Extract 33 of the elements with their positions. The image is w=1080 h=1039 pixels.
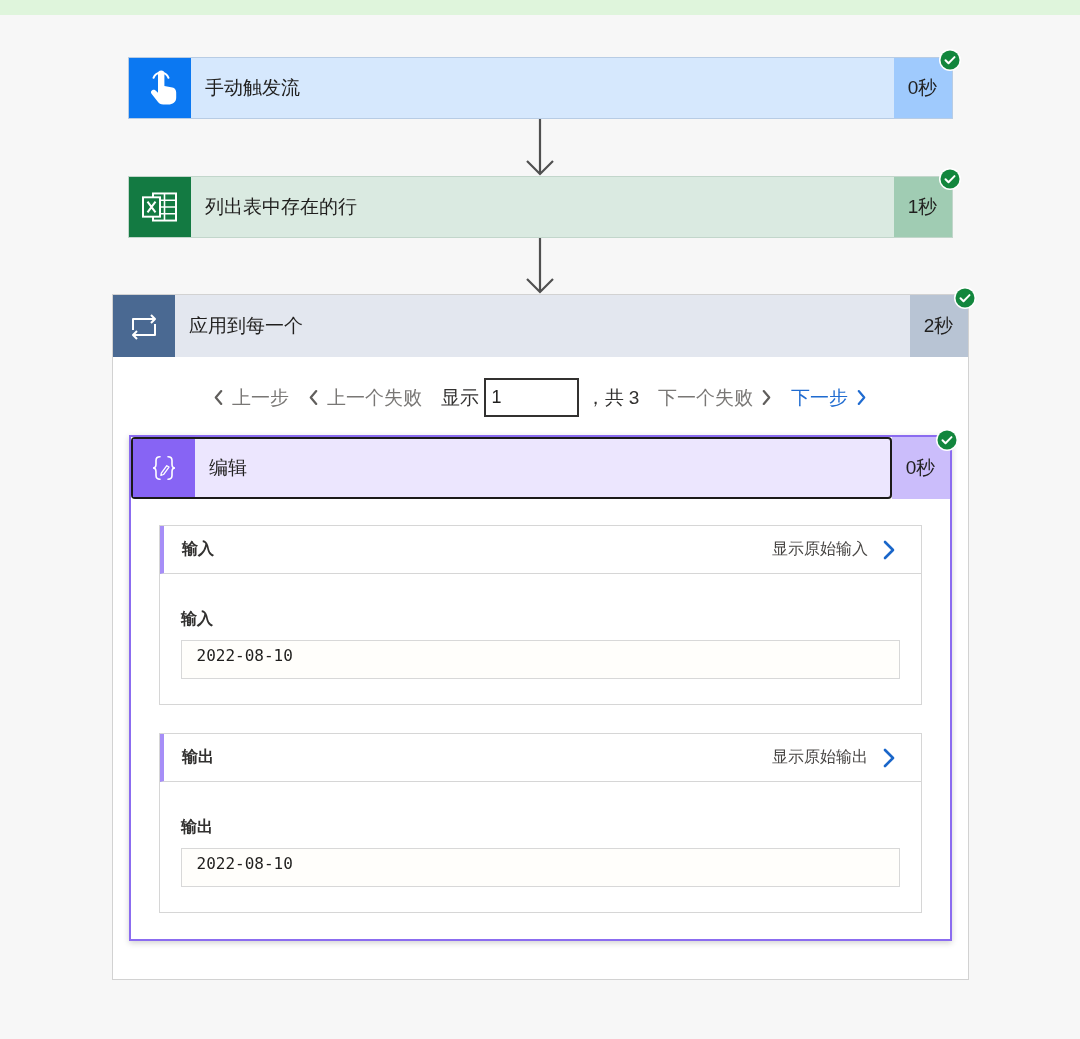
step-title: 编辑 (207, 456, 247, 480)
chevron-left-icon (307, 389, 319, 406)
connector-arrow (526, 238, 554, 294)
section-title: 输出 (181, 747, 214, 767)
field-label: 输出 (180, 817, 214, 837)
connector-arrow (526, 119, 554, 176)
chevron-left-icon (212, 389, 224, 406)
section-title: 输入 (181, 539, 214, 559)
chevron-right-icon (881, 747, 895, 768)
spreadsheet-icon (128, 177, 191, 237)
show-raw-link[interactable]: 显示原始输入 (771, 539, 895, 560)
duration-label: 1秒 (893, 177, 952, 237)
step-title: 列出表中存在的行 (203, 195, 357, 219)
step-card[interactable]: 列出表中存在的行 1秒 (127, 176, 953, 238)
field-label: 输入 (180, 609, 214, 629)
chevron-right-icon (856, 389, 868, 406)
step-title: 手动触发流 (203, 76, 300, 100)
hand-pointer-icon (128, 58, 191, 118)
duration-label: 0秒 (893, 58, 952, 118)
value-field: 2022-08-10 (180, 848, 900, 887)
chevron-right-icon (761, 389, 773, 406)
show-label: 显示 (440, 385, 479, 410)
total-count: ，共 3 (585, 385, 640, 410)
step-title: 应用到每一个 (187, 314, 303, 338)
duration-label: 2秒 (909, 295, 968, 357)
chevron-right-icon (881, 539, 895, 560)
iteration-field[interactable]: 1 (483, 378, 579, 417)
step-card[interactable]: 手动触发流 0秒 (127, 57, 953, 119)
duration-label: 0秒 (891, 437, 950, 499)
braces-pencil-icon (132, 439, 195, 497)
value-field: 2022-08-10 (180, 640, 900, 679)
pager-button[interactable]: 下一步 (791, 384, 868, 411)
show-raw-link[interactable]: 显示原始输出 (771, 747, 895, 768)
